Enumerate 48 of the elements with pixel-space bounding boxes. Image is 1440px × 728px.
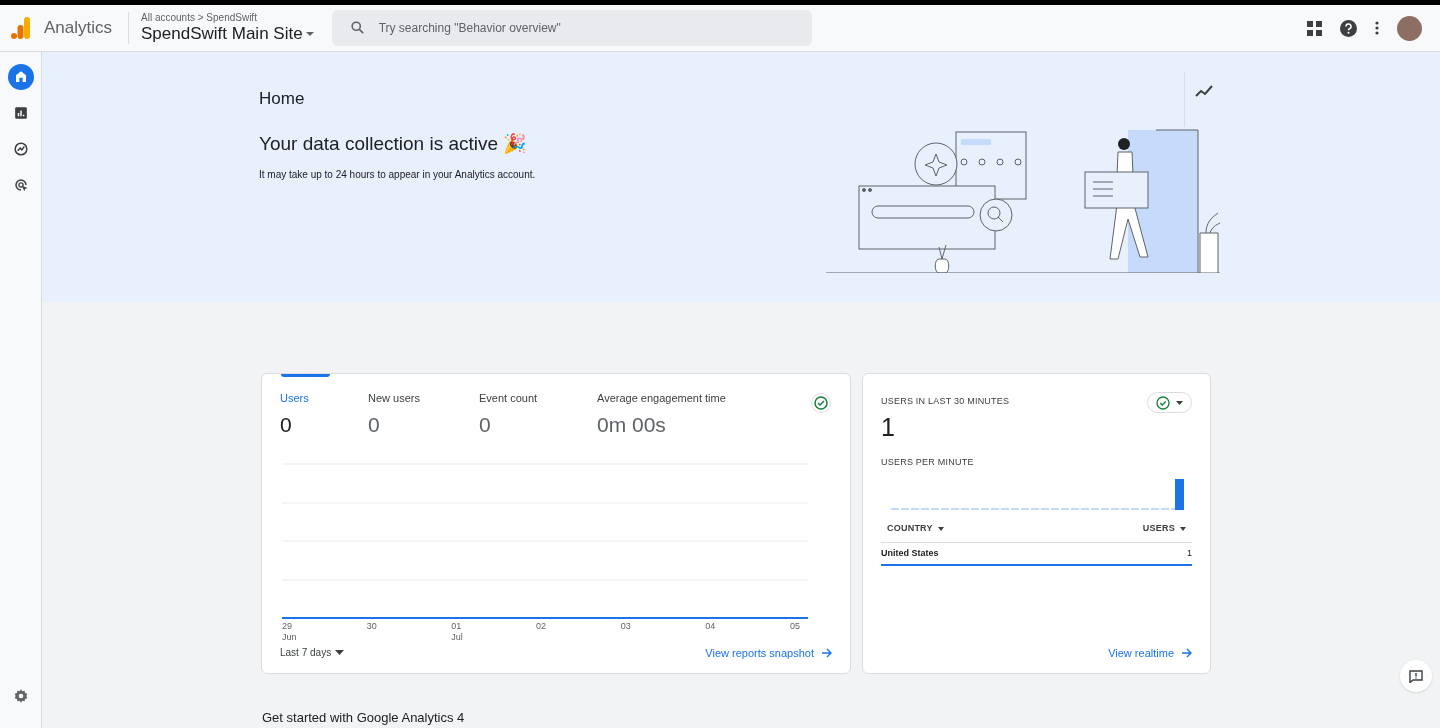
sidebar-item[interactable] xyxy=(7,64,34,90)
table-cell: United States xyxy=(881,546,939,560)
realtime-value: 1 xyxy=(881,411,896,442)
realtime-title: USERS IN LAST 30 MINUTES xyxy=(881,395,1010,408)
analytics-logo-icon xyxy=(11,17,31,39)
page-title: Home xyxy=(259,88,306,110)
property-selector[interactable]: SpendSwift Main Site xyxy=(141,24,314,44)
insights-icon[interactable] xyxy=(1195,84,1213,98)
caret-icon xyxy=(1180,526,1186,531)
view-reports-link[interactable]: View reports snapshot xyxy=(705,644,832,661)
metric-tab[interactable]: Users 0 xyxy=(280,374,368,440)
metric-tab[interactable]: Event count 0 xyxy=(479,374,597,440)
axis-label: 03 xyxy=(620,621,632,633)
axis-label: 30 xyxy=(366,621,378,633)
arrow-right-icon xyxy=(1182,647,1192,658)
arrow-right-icon xyxy=(822,647,832,658)
banner-heading: Your data collection is active 🎉 xyxy=(259,131,529,156)
settings-icon[interactable] xyxy=(12,688,29,704)
breadcrumb[interactable]: All accounts > SpendSwift xyxy=(141,12,314,24)
more-options-icon[interactable] xyxy=(1375,21,1379,35)
status-check-icon xyxy=(1156,395,1170,410)
search-field[interactable]: Try searching "Behavior overview" xyxy=(331,10,812,46)
caret-icon xyxy=(305,31,314,37)
search-icon xyxy=(349,20,365,35)
axis-label: 02 xyxy=(535,621,547,633)
product-name: Analytics xyxy=(44,17,113,40)
view-realtime-link[interactable]: View realtime xyxy=(1108,644,1192,661)
status-check-icon xyxy=(811,393,831,413)
chart-subtitle: USERS PER MINUTE xyxy=(881,455,975,469)
metric-tab[interactable]: Average engagement time 0m 00s xyxy=(597,374,757,440)
caret-icon xyxy=(335,650,345,656)
axis-label: 04 xyxy=(705,621,717,633)
section-heading: Get started with Google Analytics 4 xyxy=(262,709,466,727)
banner-note: It may take up to 24 hours to appear in your Analytics account. xyxy=(259,168,537,182)
metric-tab[interactable]: New users 0 xyxy=(368,374,479,440)
caret-icon xyxy=(1176,400,1183,405)
column-header[interactable]: COUNTRY xyxy=(887,522,944,536)
date-range-dropdown[interactable]: Last 7 days xyxy=(280,645,345,661)
axis-label: 05 xyxy=(789,621,801,633)
table-cell: 1 xyxy=(1187,546,1192,560)
axis-label: 01 Jul xyxy=(451,621,464,643)
apps-grid-icon[interactable] xyxy=(1307,20,1322,36)
feedback-icon xyxy=(1409,669,1423,683)
avatar[interactable] xyxy=(1397,15,1422,41)
caret-icon xyxy=(937,526,944,531)
column-header[interactable]: USERS xyxy=(1142,522,1186,536)
help-icon[interactable] xyxy=(1340,19,1357,37)
axis-label: 29 Jun xyxy=(282,621,298,643)
